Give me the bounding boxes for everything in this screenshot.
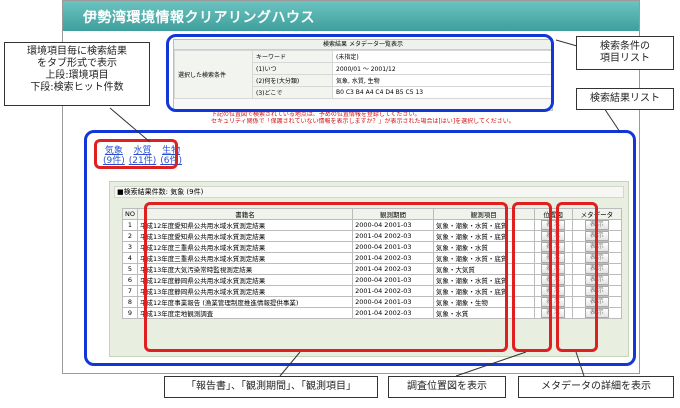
callout-line: 検索条件の (600, 41, 650, 52)
callout-line: をタブ形式で表示 (37, 58, 117, 69)
callout-line: 下段:検索ヒット件数 (30, 82, 124, 93)
tabs-connector (109, 107, 151, 143)
metadata-connector (575, 351, 585, 377)
location-callout: 調査位置図を表示 (388, 376, 506, 398)
location-connector (455, 351, 527, 377)
callout-line: 環境項目毎に検索結果 (27, 46, 127, 57)
results-callout: 検索結果リスト (576, 88, 674, 110)
callout-line: メタデータの詳細を表示 (541, 381, 651, 392)
callout-line: 調査位置図を表示 (407, 381, 487, 392)
callout-line: 項目リスト (600, 53, 650, 64)
tabs-callout: 環境項目毎に検索結果 をタブ形式で表示 上段:環境項目 下段:検索ヒット件数 (4, 42, 150, 106)
callout-line: 「報告書」、「観測期間」、「観測項目」 (186, 381, 356, 392)
callout-line: 検索結果リスト (590, 93, 660, 104)
conditions-callout: 検索条件の 項目リスト (576, 36, 674, 70)
callout-line: 上段:環境項目 (45, 70, 109, 81)
columns-connector (279, 351, 301, 377)
columns-callout: 「報告書」、「観測期間」、「観測項目」 (164, 376, 378, 398)
metadata-callout: メタデータの詳細を表示 (518, 376, 674, 398)
